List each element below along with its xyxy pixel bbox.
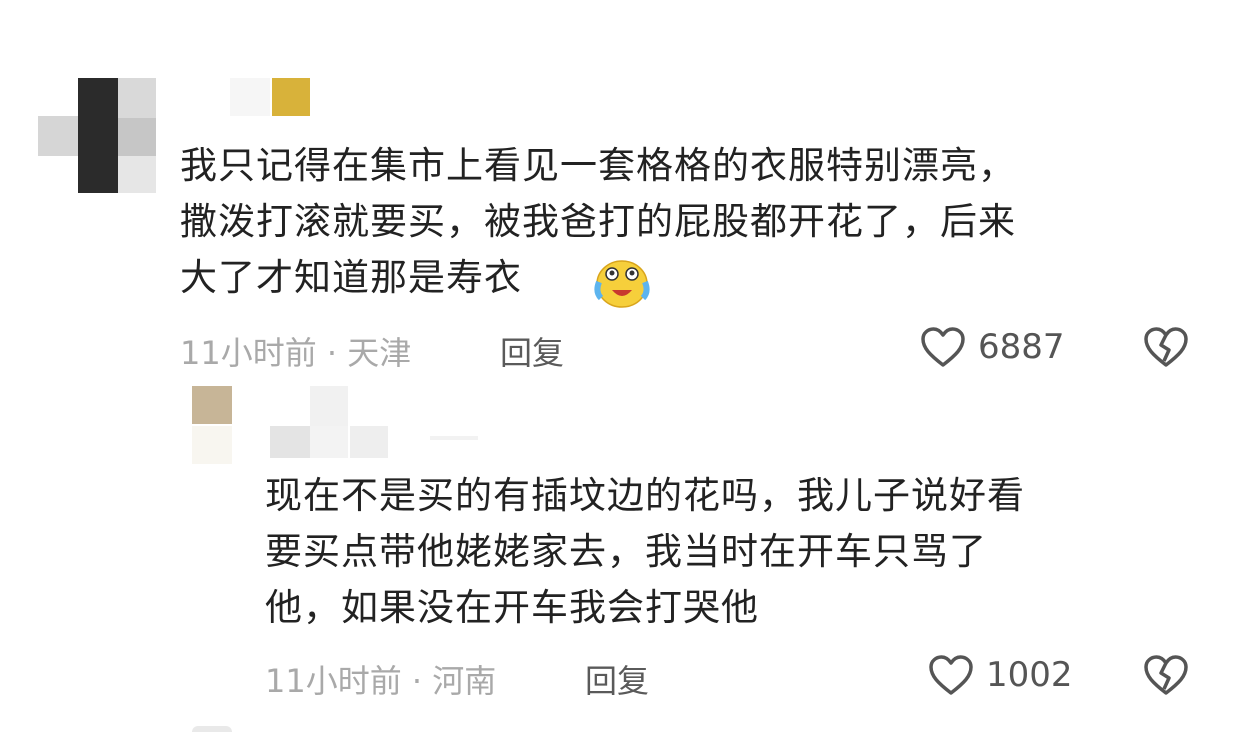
username[interactable] bbox=[230, 78, 312, 116]
heart-outline-icon[interactable] bbox=[928, 654, 974, 696]
avatar[interactable] bbox=[192, 386, 236, 464]
comment-text: 我只记得在集市上看见一套格格的衣服特别漂亮， 撒泼打滚就要买，被我爸打的屁股都开… bbox=[180, 144, 1016, 299]
broken-heart-icon[interactable] bbox=[1143, 326, 1189, 368]
heart-outline-icon[interactable] bbox=[920, 326, 966, 368]
separator: · bbox=[411, 662, 423, 700]
location: 天津 bbox=[347, 334, 412, 372]
comment-meta: 11小时前 · 河南 bbox=[265, 656, 496, 702]
laughing-crying-emoji bbox=[593, 256, 651, 308]
location: 河南 bbox=[432, 662, 497, 700]
next-avatar-partial bbox=[192, 726, 232, 732]
reply-button[interactable]: 回复 bbox=[500, 328, 564, 374]
like-count: 6887 bbox=[978, 327, 1065, 367]
comment-meta: 11小时前 · 天津 bbox=[180, 328, 411, 374]
separator: · bbox=[326, 334, 338, 372]
avatar[interactable] bbox=[38, 78, 158, 193]
timestamp: 11小时前 bbox=[180, 334, 317, 372]
timestamp: 11小时前 bbox=[265, 662, 402, 700]
broken-heart-icon[interactable] bbox=[1143, 654, 1189, 696]
comment-text: 现在不是买的有插坟边的花吗，我儿子说好看 要买点带他姥姥家去，我当时在开车只骂了… bbox=[265, 474, 1025, 629]
username[interactable] bbox=[270, 386, 480, 466]
reply-button[interactable]: 回复 bbox=[585, 656, 649, 702]
like-count: 1002 bbox=[986, 655, 1073, 695]
